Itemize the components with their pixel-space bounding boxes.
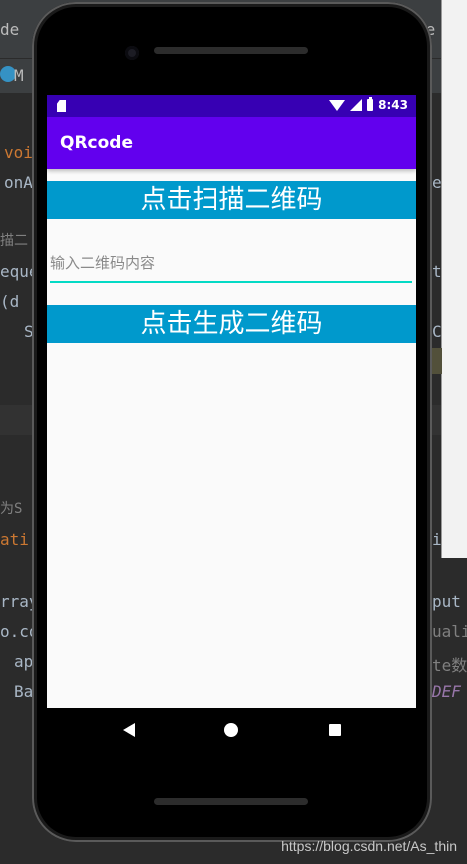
wifi-icon <box>329 99 346 111</box>
ide-text: C <box>432 322 442 341</box>
ide-text: 描二 <box>0 233 28 249</box>
camera-icon <box>125 46 139 60</box>
ide-text: (d <box>0 292 20 311</box>
ide-text: put <box>432 592 461 611</box>
ide-text: Ba <box>14 682 34 701</box>
app-title: QRcode <box>60 133 133 153</box>
ide-text: M <box>14 66 24 85</box>
status-time: 8:43 <box>378 98 408 112</box>
ide-text: DEF <box>432 682 461 701</box>
signal-icon <box>350 99 363 111</box>
ide-text: i <box>432 530 442 549</box>
generate-qrcode-button[interactable]: 点击生成二维码 <box>47 305 416 343</box>
home-icon[interactable] <box>224 723 238 737</box>
battery-icon <box>367 97 374 111</box>
qrcode-content-input[interactable] <box>50 245 412 283</box>
ide-text: e <box>432 173 442 192</box>
app-screen: 8:43 QRcode 点击扫描二维码 点击生成二维码 <box>47 95 416 708</box>
ide-text: ap <box>14 652 34 671</box>
ide-text: voi <box>4 143 33 162</box>
bottom-speaker <box>154 798 308 805</box>
status-bar: 8:43 <box>47 95 416 117</box>
sd-card-icon <box>57 100 66 112</box>
ide-text: onA <box>4 173 33 192</box>
back-icon[interactable] <box>123 723 135 737</box>
navigation-bar <box>47 708 416 752</box>
watermark: https://blog.csdn.net/As_thin <box>281 838 457 854</box>
ide-text: te数 <box>432 656 467 675</box>
recent-apps-icon[interactable] <box>329 724 341 736</box>
ide-text: ati <box>0 530 29 549</box>
scan-qrcode-button[interactable]: 点击扫描二维码 <box>47 181 416 219</box>
ide-text: de <box>0 20 20 39</box>
ide-text: 为S <box>0 501 23 517</box>
input-row <box>47 219 416 305</box>
ide-side-panel <box>441 0 467 558</box>
earpiece-speaker <box>154 47 308 54</box>
ide-text: uali <box>432 622 467 641</box>
ide-highlight <box>432 348 442 374</box>
ide-text: t <box>432 262 442 281</box>
app-bar: QRcode <box>47 117 416 169</box>
status-icons: 8:43 <box>329 97 408 112</box>
